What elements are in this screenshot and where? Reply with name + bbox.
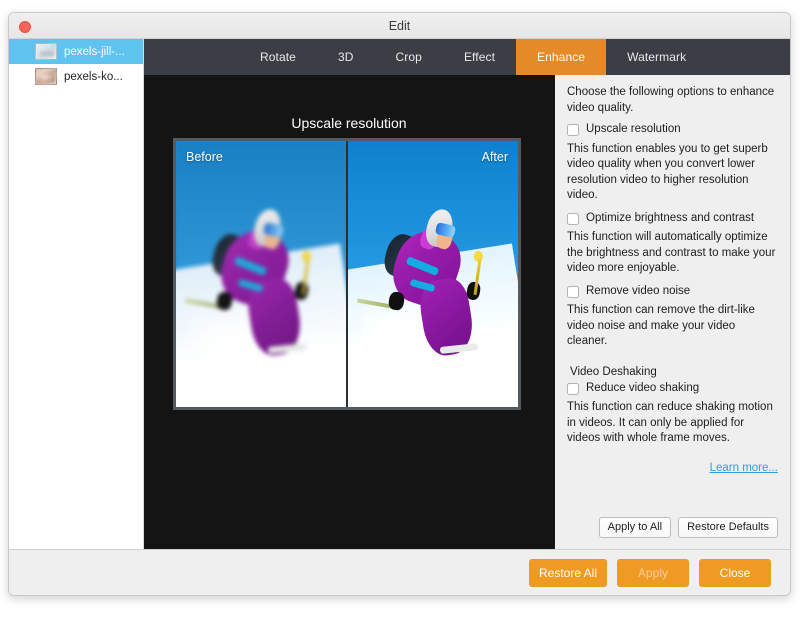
list-item-label: pexels-ko... (64, 70, 123, 83)
after-label: After (481, 150, 508, 164)
checkbox-icon[interactable] (567, 124, 579, 137)
preview-title: Upscale resolution (291, 115, 407, 131)
checkbox-label: Reduce video shaking (586, 381, 700, 394)
optimize-brightness-description: This function will automatically optimiz… (567, 231, 776, 275)
tab-crop[interactable]: Crop (375, 39, 443, 75)
checkbox-label: Remove video noise (586, 284, 691, 297)
title-bar: Edit (9, 13, 790, 39)
tab-enhance[interactable]: Enhance (516, 39, 607, 75)
list-item-label: pexels-jill-... (64, 45, 125, 58)
video-deshaking-group-title: Video Deshaking (570, 365, 657, 378)
before-label: Before (186, 150, 223, 164)
tab-watermark[interactable]: Watermark (606, 39, 707, 75)
panel-spacer (567, 476, 778, 517)
tab-3d[interactable]: 3D (317, 39, 375, 75)
list-item[interactable]: pexels-ko... (9, 64, 143, 89)
file-list-sidebar: pexels-jill-... pexels-ko... (9, 39, 144, 549)
reduce-shaking-description: This function can reduce shaking motion … (567, 401, 773, 445)
main-area: Rotate 3D Crop Effect Enhance Watermark … (144, 39, 790, 549)
content-area: Upscale resolution Before After Choose t… (144, 75, 790, 549)
panel-intro-text: Choose the following options to enhance … (567, 86, 775, 114)
close-button[interactable]: Close (699, 558, 771, 587)
tab-bar-spacer (144, 39, 239, 75)
after-pane: After (346, 141, 518, 407)
checkbox-optimize-brightness-contrast[interactable]: Optimize brightness and contrast (567, 211, 778, 227)
before-image (176, 141, 346, 407)
window-body: pexels-jill-... pexels-ko... Rotate 3D C… (9, 39, 790, 549)
footer-bar: Restore All Apply Close (9, 549, 790, 595)
learn-more-row: Learn more... (567, 458, 778, 476)
tab-bar: Rotate 3D Crop Effect Enhance Watermark (144, 39, 790, 75)
checkbox-label: Upscale resolution (586, 123, 681, 136)
video-thumbnail-icon (35, 43, 57, 60)
restore-defaults-button[interactable]: Restore Defaults (678, 516, 778, 538)
remove-noise-description: This function can remove the dirt-like v… (567, 304, 755, 348)
list-item[interactable]: pexels-jill-... (9, 39, 143, 64)
after-image (348, 141, 518, 407)
apply-to-all-button[interactable]: Apply to All (598, 516, 672, 538)
learn-more-link[interactable]: Learn more... (710, 462, 778, 474)
video-thumbnail-icon (35, 68, 57, 85)
checkbox-icon[interactable] (567, 212, 579, 225)
apply-button[interactable]: Apply (617, 558, 689, 587)
panel-button-row: Apply to All Restore Defaults (567, 516, 778, 549)
enhance-options-panel: Choose the following options to enhance … (554, 75, 790, 549)
checkbox-reduce-video-shaking[interactable]: Reduce video shaking (567, 381, 778, 397)
preview-area: Upscale resolution Before After (144, 75, 554, 549)
edit-window: Edit pexels-jill-... pexels-ko... Rotate… (8, 12, 791, 596)
checkbox-label: Optimize brightness and contrast (586, 211, 755, 224)
upscale-resolution-description: This function enables you to get superb … (567, 142, 768, 202)
before-after-comparison: Before After (173, 138, 521, 410)
checkbox-remove-video-noise[interactable]: Remove video noise (567, 284, 778, 300)
checkbox-upscale-resolution[interactable]: Upscale resolution (567, 122, 778, 138)
tab-rotate[interactable]: Rotate (239, 39, 317, 75)
close-window-icon[interactable] (19, 21, 31, 33)
checkbox-icon[interactable] (567, 285, 579, 298)
before-pane: Before (176, 141, 346, 407)
page-title: Edit (388, 18, 411, 33)
tab-effect[interactable]: Effect (443, 39, 516, 75)
restore-all-button[interactable]: Restore All (529, 558, 607, 587)
checkbox-icon[interactable] (567, 382, 579, 395)
